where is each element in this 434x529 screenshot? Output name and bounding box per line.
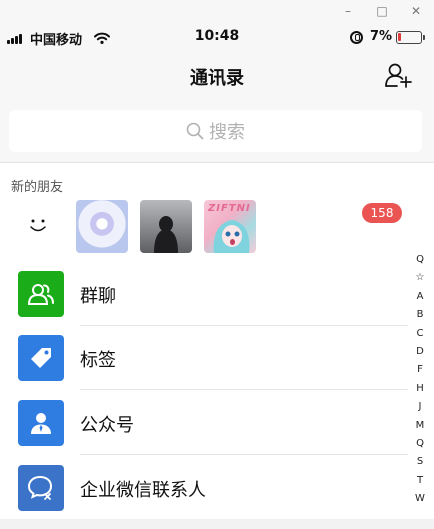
bottom-edge [0, 519, 434, 529]
orientation-lock-icon [350, 31, 363, 44]
new-friends-badge: 158 [362, 203, 402, 223]
avatar-text: ZIFTNI [208, 203, 251, 214]
index-star[interactable]: ☆ [412, 269, 428, 287]
list-item-official-accounts[interactable]: 公众号 [0, 391, 408, 455]
index-letter[interactable]: F [412, 361, 428, 379]
group-chat-icon [18, 271, 64, 317]
new-friend-avatar[interactable]: ZIFTNI [204, 200, 256, 253]
search-placeholder: 搜索 [209, 122, 245, 143]
list-item-label: 公众号 [80, 415, 134, 436]
new-friend-avatar[interactable] [76, 200, 128, 253]
minimize-button[interactable]: – [337, 1, 359, 21]
new-friends-label: 新的朋友 [11, 180, 64, 195]
index-letter[interactable]: J [412, 398, 428, 416]
maximize-button[interactable]: □ [371, 1, 393, 21]
search-input[interactable]: 搜索 [9, 110, 422, 152]
page-title: 通讯录 [190, 68, 244, 89]
search-area: 搜索 [0, 100, 434, 162]
index-search[interactable]: Q [412, 251, 428, 269]
index-letter[interactable]: D [412, 343, 428, 361]
list-item-label: 企业微信联系人 [80, 480, 206, 501]
list-item-group-chat[interactable]: 群聊 [0, 262, 408, 326]
index-letter[interactable]: H [412, 380, 428, 398]
battery-icon [396, 31, 425, 44]
index-letter[interactable]: S [412, 453, 428, 471]
work-wechat-icon [18, 465, 64, 511]
nav-bar: 通讯录 [0, 52, 434, 100]
index-letter[interactable]: A [412, 288, 428, 306]
index-letter[interactable]: W [412, 490, 428, 508]
window-title-bar: – □ ✕ [0, 0, 434, 22]
list-item-tags[interactable]: 标签 [0, 326, 408, 390]
tag-icon [18, 335, 64, 381]
new-friend-avatar[interactable] [140, 200, 192, 253]
index-letter[interactable]: Q [412, 435, 428, 453]
index-letter[interactable]: C [412, 325, 428, 343]
index-letter[interactable]: M [412, 417, 428, 435]
status-bar: 中国移动 10:48 7% [0, 22, 434, 52]
search-icon [186, 122, 204, 140]
alphabet-index[interactable]: Q ☆ A B C D F H J M Q S T W [412, 251, 428, 508]
list-item-label: 标签 [80, 350, 116, 371]
divider [0, 162, 434, 163]
add-friend-icon[interactable] [384, 61, 414, 89]
list-item-label: 群聊 [80, 286, 116, 307]
smiley-icon[interactable] [28, 218, 48, 234]
battery-percent: 7% [370, 29, 393, 44]
official-account-icon [18, 400, 64, 446]
index-letter[interactable]: B [412, 306, 428, 324]
list-item-work-wechat[interactable]: 企业微信联系人 [0, 456, 408, 520]
close-button[interactable]: ✕ [405, 1, 427, 21]
status-time: 10:48 [194, 28, 240, 44]
index-letter[interactable]: T [412, 472, 428, 490]
